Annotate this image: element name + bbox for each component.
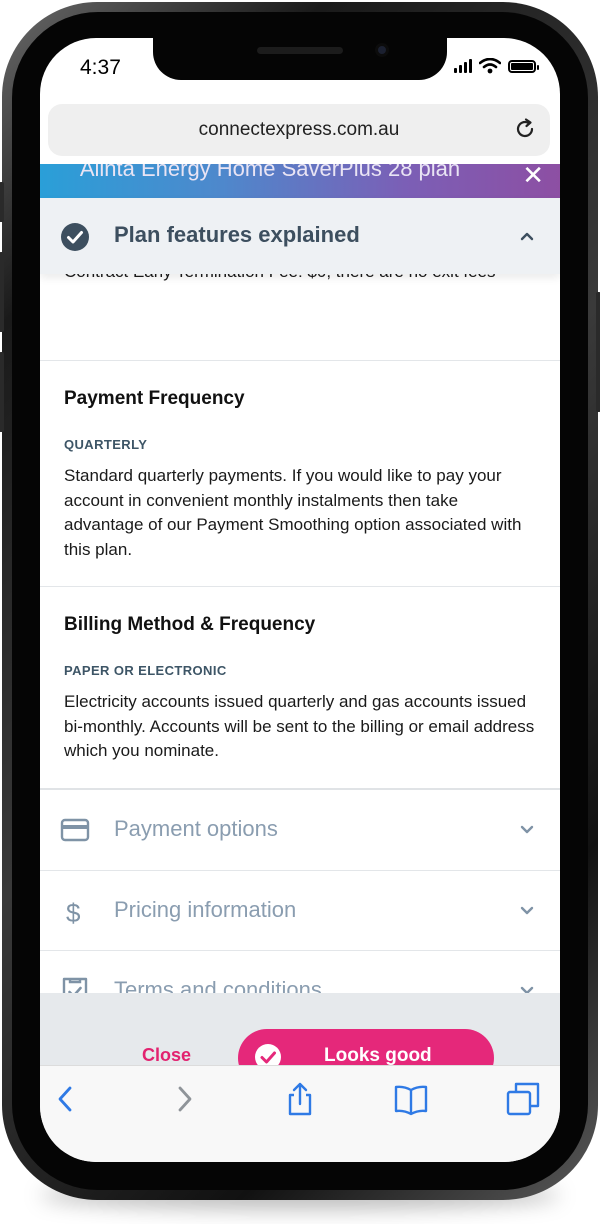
section-title: Plan features explained bbox=[114, 222, 360, 247]
plan-banner-title: Alinta Energy Home SaverPlus 28 plan bbox=[79, 164, 461, 181]
chevron-down-icon[interactable] bbox=[520, 904, 534, 918]
action-bar: Close Looks good bbox=[40, 993, 560, 1087]
phone-screen: 4:37 connectexpress.com.au Alinta Energy… bbox=[40, 38, 560, 1162]
exit-fee-text: Contract Early Termination Fee: $0, ther… bbox=[64, 274, 534, 284]
address-bar[interactable]: connectexpress.com.au bbox=[48, 104, 550, 156]
feature-title: Payment Frequency bbox=[64, 388, 245, 409]
feature-description: Standard quarterly payments. If you woul… bbox=[64, 466, 522, 559]
back-icon[interactable] bbox=[50, 1082, 84, 1116]
feature-subtitle: PAPER OR ELECTRONIC bbox=[64, 663, 227, 678]
status-icons bbox=[454, 58, 539, 74]
dollar-icon: $ bbox=[66, 898, 81, 925]
divider bbox=[40, 586, 560, 587]
notch bbox=[153, 38, 447, 80]
accordion-label: Terms and conditions bbox=[114, 977, 322, 994]
svg-text:$: $ bbox=[66, 898, 81, 925]
wifi-icon bbox=[479, 58, 501, 74]
volume-up-button bbox=[0, 252, 4, 332]
plan-features-content: Contract Early Termination Fee: $0, ther… bbox=[40, 274, 560, 994]
feature-description: Electricity accounts issued quarterly an… bbox=[64, 692, 535, 760]
credit-card-icon bbox=[60, 818, 90, 842]
feature-subtitle: QUARTERLY bbox=[64, 437, 148, 452]
cellular-signal-icon bbox=[454, 59, 472, 73]
url-text: connectexpress.com.au bbox=[198, 119, 400, 140]
check-circle-icon bbox=[61, 223, 89, 251]
volume-down-button bbox=[0, 352, 4, 432]
looks-good-label: Looks good bbox=[324, 1045, 432, 1066]
front-camera bbox=[375, 43, 389, 57]
divider bbox=[40, 360, 560, 361]
battery-icon bbox=[508, 59, 539, 73]
plan-banner: Alinta Energy Home SaverPlus 28 plan ✕ bbox=[40, 164, 560, 198]
feature-title: Billing Method & Frequency bbox=[64, 614, 316, 635]
mute-switch bbox=[0, 182, 4, 222]
browser-toolbar bbox=[40, 1065, 560, 1162]
reload-icon[interactable] bbox=[513, 117, 537, 141]
banner-close-icon[interactable]: ✕ bbox=[522, 164, 544, 188]
section-header[interactable]: Plan features explained bbox=[40, 198, 560, 274]
close-button[interactable]: Close bbox=[142, 1045, 191, 1066]
chevron-down-icon[interactable] bbox=[520, 823, 534, 837]
status-time: 4:37 bbox=[80, 56, 121, 79]
bookmarks-icon[interactable] bbox=[394, 1082, 428, 1116]
accordion-terms-and-conditions[interactable]: Terms and conditions bbox=[40, 951, 560, 994]
tabs-icon[interactable] bbox=[506, 1082, 540, 1116]
earpiece-speaker bbox=[257, 47, 343, 54]
accordion-label: Payment options bbox=[114, 816, 278, 841]
chevron-up-icon[interactable] bbox=[520, 229, 534, 243]
checklist-icon bbox=[62, 977, 88, 994]
share-icon[interactable] bbox=[283, 1082, 317, 1116]
accordion-label: Pricing information bbox=[114, 897, 297, 922]
forward-icon[interactable] bbox=[166, 1082, 200, 1116]
side-button bbox=[596, 292, 600, 412]
accordion-payment-options[interactable]: Payment options bbox=[40, 790, 560, 870]
accordion-pricing-information[interactable]: $ Pricing information bbox=[40, 871, 560, 951]
